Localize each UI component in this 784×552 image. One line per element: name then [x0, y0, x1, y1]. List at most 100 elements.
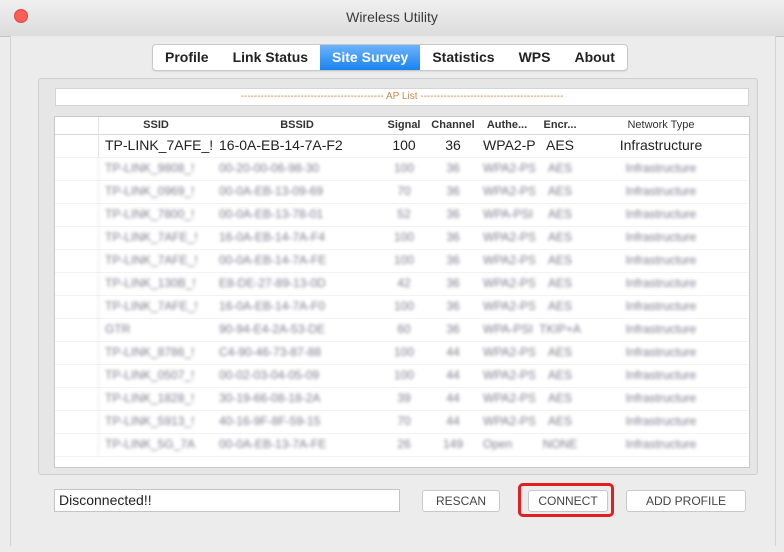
ap-cell-signal: 70 — [397, 184, 411, 198]
ap-cell-ssid: TP-LINK_0969_! — [105, 184, 195, 198]
ap-cell-signal: 52 — [397, 207, 411, 221]
window-title: Wireless Utility — [346, 9, 438, 25]
ap-cell-bssid: 16-0A-EB-14-7A-F2 — [219, 137, 343, 153]
column-header-channel[interactable]: Channel — [427, 117, 479, 134]
ap-list-row[interactable]: TP-LINK_1828_! 30-19-66-08-18-2A 39 44 WPA2-… — [55, 387, 749, 411]
ap-cell-ssid: TP-LINK_5913_! — [105, 414, 195, 428]
ap-cell-ssid: TP-LINK_130B_! — [105, 276, 196, 290]
ap-list-row[interactable]: TP-LINK_7AFE_! 16-0A-EB-14-7A-F4 100 36 WPA2… — [55, 226, 749, 250]
ap-cell-signal: 100 — [393, 345, 415, 359]
ap-cell-select — [55, 387, 99, 410]
ap-cell-ssid: TP-LINK_0507_! — [105, 368, 195, 382]
ap-cell-signal: 42 — [397, 276, 411, 290]
ap-cell-encryption: AES — [547, 161, 572, 175]
ap-cell-channel: 36 — [446, 322, 460, 336]
ap-cell-authentication: WPA2-PS — [483, 184, 535, 198]
ap-cell-network-type: Infrastructure — [625, 207, 697, 221]
ap-cell-select — [55, 341, 99, 364]
ap-cell-authentication: WPA2-PS — [483, 253, 535, 267]
tab-profile[interactable]: Profile — [153, 45, 221, 70]
rescan-button[interactable]: RESCAN — [422, 490, 500, 512]
ap-cell-encryption: TKIP+A — [539, 322, 581, 336]
ap-cell-select — [55, 410, 99, 433]
ap-cell-bssid: 30-19-66-08-18-2A — [219, 391, 321, 405]
ap-cell-signal: 60 — [397, 322, 411, 336]
ap-cell-authentication: WPA2-PS — [483, 161, 535, 175]
ap-list-row[interactable]: TP-LINK_7800_! 00-0A-EB-13-78-01 52 36 WPA-P… — [55, 203, 749, 227]
ap-list-row[interactable]: TP-LINK_130B_! E8-DE-27-89-13-0D 42 36 WPA2-… — [55, 272, 749, 296]
ap-cell-ssid: TP-LINK_7AFE_! — [105, 299, 198, 313]
ap-cell-authentication: WPA2-PS — [483, 391, 535, 405]
ap-cell-bssid: 16-0A-EB-14-7A-F0 — [219, 299, 326, 313]
ap-cell-bssid: 00-0A-EB-13-7A-FE — [219, 437, 327, 451]
ap-list-column-headers: SSID BSSID Signal Channel Authe... Encr.… — [55, 117, 749, 135]
ap-cell-channel: 44 — [446, 414, 460, 428]
ap-cell-bssid: 00-0A-EB-13-09-69 — [219, 184, 324, 198]
ap-cell-channel: 36 — [446, 230, 460, 244]
ap-cell-channel: 44 — [446, 368, 460, 382]
ap-cell-bssid: 40-16-9F-8F-59-15 — [219, 414, 321, 428]
ap-cell-signal: 100 — [393, 230, 415, 244]
ap-cell-authentication: WPA2-PS — [483, 276, 535, 290]
ap-list-table[interactable]: SSID BSSID Signal Channel Authe... Encr.… — [54, 116, 750, 468]
ap-cell-bssid: C4-90-46-73-87-88 — [219, 345, 322, 359]
column-header-encryption[interactable]: Encr... — [535, 117, 585, 134]
column-header-network-type[interactable]: Network Type — [585, 117, 737, 134]
tab-bar: Profile Link Status Site Survey Statisti… — [152, 44, 628, 71]
ap-cell-select — [55, 203, 99, 226]
ap-cell-authentication: WPA2-PS — [483, 345, 535, 359]
ap-cell-signal: 100 — [393, 368, 415, 382]
ap-list-row[interactable]: TP-LINK_8786_! C4-90-46-73-87-88 100 44 WPA2… — [55, 341, 749, 365]
ap-cell-channel: 36 — [446, 299, 460, 313]
ap-cell-ssid: TP-LINK_7AFE_! — [105, 253, 198, 267]
ap-list-row[interactable]: TP-LINK_7AFE_! 16-0A-EB-14-7A-F0 100 36 WPA2… — [55, 295, 749, 319]
ap-cell-select — [55, 433, 99, 456]
tab-site-survey[interactable]: Site Survey — [320, 45, 421, 70]
ap-cell-ssid: TP-LINK_1828_! — [105, 391, 195, 405]
column-header-signal[interactable]: Signal — [381, 117, 427, 134]
column-header-bssid[interactable]: BSSID — [213, 117, 381, 134]
ap-list-row[interactable]: TP-LINK_9808_! 00-20-00-06-98-30 100 36 WPA2… — [55, 157, 749, 181]
ap-cell-channel: 44 — [446, 345, 460, 359]
ap-cell-select — [55, 318, 99, 341]
tab-about[interactable]: About — [562, 45, 626, 70]
ap-cell-bssid: 00-0A-EB-13-78-01 — [219, 207, 324, 221]
ap-cell-ssid: TP-LINK_9808_! — [105, 161, 195, 175]
ap-list-row[interactable]: GTR 90-94-E4-2A-53-DE 60 36 WPA-PSI TKIP+A Inf… — [55, 318, 749, 342]
ap-list-row[interactable]: TP-LINK_5913_! 40-16-9F-8F-59-15 70 44 WPA2-… — [55, 410, 749, 434]
ap-cell-network-type: Infrastructure — [625, 414, 697, 428]
ap-cell-select — [55, 180, 99, 203]
tab-statistics[interactable]: Statistics — [420, 45, 506, 70]
ap-list-row[interactable]: TP-LINK_0507_! 00-02-03-04-05-09 100 44 WPA2… — [55, 364, 749, 388]
ap-cell-bssid: E8-DE-27-89-13-0D — [219, 276, 326, 290]
ap-cell-channel: 149 — [442, 437, 464, 451]
ap-cell-signal: 100 — [393, 299, 415, 313]
tab-link-status[interactable]: Link Status — [221, 45, 320, 70]
ap-cell-authentication: Open — [483, 437, 513, 451]
ap-list-row[interactable]: TP-LINK_5G_7A 00-0A-EB-13-7A-FE 26 149 Open N… — [55, 433, 749, 457]
add-profile-button[interactable]: ADD PROFILE — [626, 490, 746, 512]
ap-list-row[interactable]: TP-LINK_7AFE_! 16-0A-EB-14-7A-F2 100 36 WPA2… — [55, 134, 749, 158]
ap-cell-network-type: Infrastructure — [625, 437, 697, 451]
ap-list-row[interactable]: TP-LINK_0969_! 00-0A-EB-13-09-69 70 36 WPA2-… — [55, 180, 749, 204]
ap-cell-signal: 39 — [397, 391, 411, 405]
ap-cell-network-type: Infrastructure — [625, 161, 697, 175]
column-header-authentication[interactable]: Authe... — [479, 117, 535, 134]
column-header-ssid[interactable]: SSID — [99, 117, 213, 134]
ap-list-row[interactable]: TP-LINK_7AFE_! 00-0A-EB-14-7A-FE 100 36 WPA2… — [55, 249, 749, 273]
ap-cell-encryption: AES — [547, 414, 572, 428]
tab-wps[interactable]: WPS — [507, 45, 563, 70]
ap-cell-encryption: AES — [545, 137, 574, 153]
ap-cell-authentication: WPA-PSI — [483, 207, 533, 221]
ap-cell-bssid: 16-0A-EB-14-7A-F4 — [219, 230, 326, 244]
ap-cell-encryption: NONE — [542, 437, 578, 451]
ap-cell-ssid: TP-LINK_5G_7A — [105, 437, 196, 451]
ap-cell-select — [55, 157, 99, 180]
ap-cell-ssid: TP-LINK_7800_! — [105, 207, 195, 221]
ap-cell-encryption: AES — [547, 368, 572, 382]
ap-cell-ssid: TP-LINK_8786_! — [105, 345, 195, 359]
ap-cell-authentication: WPA2-PS — [483, 299, 535, 313]
connect-button[interactable]: CONNECT — [528, 490, 608, 512]
ap-cell-bssid: 00-0A-EB-14-7A-FE — [219, 253, 327, 267]
ap-cell-select — [55, 226, 99, 249]
